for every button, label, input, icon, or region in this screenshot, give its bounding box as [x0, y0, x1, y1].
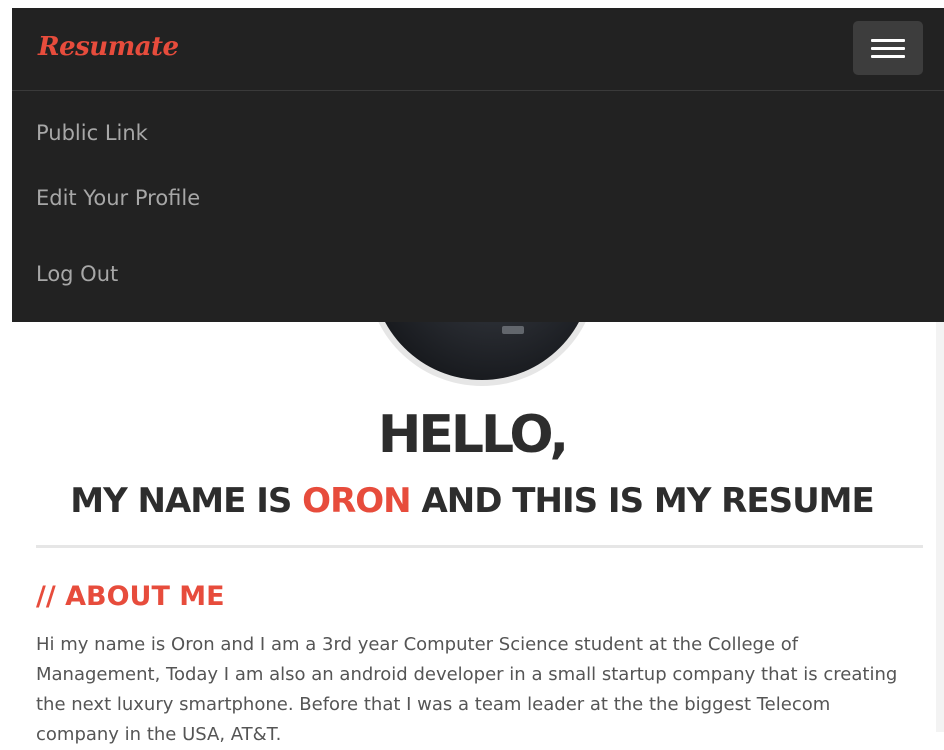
menu-item-log-out[interactable]: Log Out	[36, 262, 118, 286]
nav-dropdown-menu: Public Link Edit Your Profile Log Out	[12, 91, 944, 322]
hero-hello: HELLO,	[377, 405, 569, 465]
hero-subtitle: MY NAME IS ORON AND THIS IS MY RESUME	[0, 478, 944, 524]
navbar: Resumate	[12, 8, 944, 91]
section-divider	[36, 545, 923, 548]
page-top-strip	[0, 0, 944, 8]
brand-logo[interactable]: Resumate	[38, 32, 179, 62]
subtitle-suffix: AND THIS IS MY RESUME	[410, 481, 874, 521]
menu-toggle-button[interactable]	[853, 21, 923, 75]
about-me-text: Hi my name is Oron and I am a 3rd year C…	[36, 634, 898, 745]
menu-item-public-link[interactable]: Public Link	[36, 121, 148, 145]
about-me-title: // ABOUT ME	[36, 581, 225, 612]
menu-item-edit-profile[interactable]: Edit Your Profile	[36, 186, 200, 210]
subtitle-prefix: MY NAME IS	[70, 481, 303, 521]
scrollbar-track	[936, 322, 944, 732]
subtitle-name: ORON	[302, 481, 411, 521]
